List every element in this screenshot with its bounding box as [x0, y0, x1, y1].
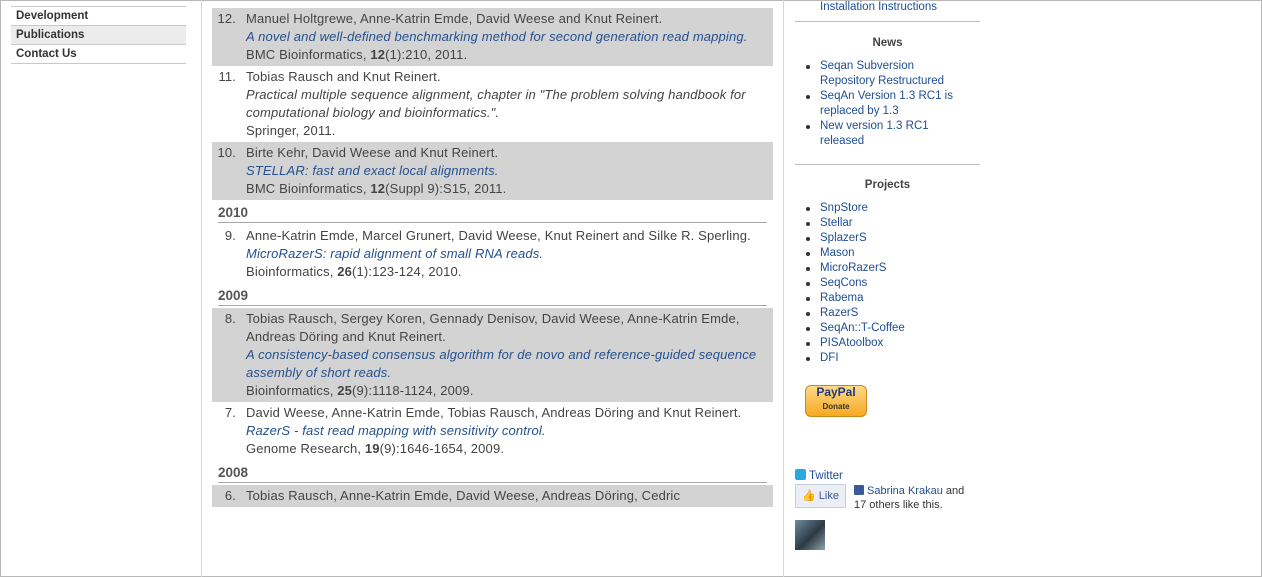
column-divider-left [201, 0, 202, 577]
publication-entry: 6. Tobias Rausch, Anne-Katrin Emde, Davi… [212, 485, 773, 507]
entry-authors: Tobias Rausch, Sergey Koren, Gennady Den… [246, 311, 740, 344]
facebook-user-link[interactable]: Sabrina Krakau [867, 485, 943, 497]
project-link-pisatoolbox[interactable]: PISAtoolbox [806, 336, 905, 351]
news-item-link[interactable]: New version 1.3 RC1 released [806, 119, 970, 149]
entry-venue: Springer, 2011. [246, 123, 336, 138]
thumb-up-icon: 👍 [802, 490, 816, 502]
entry-venue: BMC Bioinformatics, 12(1):210, 2011. [246, 47, 468, 62]
news-item-link[interactable]: SeqAn Version 1.3 RC1 is replaced by 1.3 [806, 89, 970, 119]
entry-venue: Bioinformatics, 26(1):123-124, 2010. [246, 264, 462, 279]
facebook-like-button[interactable]: 👍 Like [795, 484, 846, 508]
entry-title-link[interactable]: A novel and well-defined benchmarking me… [246, 28, 763, 46]
left-nav: Development Publications Contact Us [11, 6, 186, 64]
entry-authors: David Weese, Anne-Katrin Emde, Tobias Ra… [246, 405, 742, 420]
entry-number: 7. [224, 405, 236, 420]
column-divider-right [783, 0, 784, 577]
entry-title: Practical multiple sequence alignment, c… [246, 87, 746, 120]
publication-list: 12. Manuel Holtgrewe, Anne-Katrin Emde, … [212, 8, 773, 507]
entry-authors: Birte Kehr, David Weese and Knut Reinert… [246, 145, 499, 160]
entry-venue: Bioinformatics, 25(9):1118-1124, 2009. [246, 383, 474, 398]
publication-entry: 8. Tobias Rausch, Sergey Koren, Gennady … [212, 308, 773, 402]
nav-item-contact-us[interactable]: Contact Us [11, 44, 186, 64]
entry-number: 9. [224, 228, 236, 243]
publication-entry: 10. Birte Kehr, David Weese and Knut Rei… [212, 142, 773, 200]
publication-entry: 7. David Weese, Anne-Katrin Emde, Tobias… [212, 402, 773, 460]
installation-instructions-link[interactable]: Installation Instructions [820, 1, 937, 13]
facebook-like-summary: Sabrina Krakau and 17 others like this. [854, 485, 965, 511]
project-link-microrazers[interactable]: MicroRazerS [806, 261, 905, 276]
publication-entry: 9. Anne-Katrin Emde, Marcel Grunert, Dav… [212, 225, 773, 283]
project-link-mason[interactable]: Mason [806, 246, 905, 261]
news-list: Seqan Subversion Repository Restructured… [795, 59, 970, 149]
entry-title-link[interactable]: STELLAR: fast and exact local alignments… [246, 162, 763, 180]
project-link-seqan-tcoffee[interactable]: SeqAn::T-Coffee [806, 321, 905, 336]
entry-authors: Manuel Holtgrewe, Anne-Katrin Emde, Davi… [246, 11, 663, 26]
twitter-icon [795, 469, 806, 480]
twitter-link[interactable]: Twitter [795, 469, 843, 482]
project-link-rabema[interactable]: Rabema [806, 291, 905, 306]
entry-number: 10. [217, 145, 236, 160]
year-heading: 2008 [218, 464, 767, 483]
news-item-link[interactable]: Seqan Subversion Repository Restructured [806, 59, 970, 89]
entry-number: 8. [224, 311, 236, 326]
entry-number: 6. [224, 488, 236, 503]
entry-number: 11. [218, 69, 236, 84]
project-link-razers[interactable]: RazerS [806, 306, 905, 321]
nav-item-publications[interactable]: Publications [11, 25, 186, 44]
entry-title-link[interactable]: MicroRazerS: rapid alignment of small RN… [246, 245, 763, 263]
project-link-stellar[interactable]: Stellar [806, 216, 905, 231]
news-heading: News [872, 37, 903, 49]
projects-heading: Projects [864, 179, 911, 191]
publication-entry: 11. Tobias Rausch and Knut Reinert. Prac… [212, 66, 773, 142]
entry-title-link[interactable]: A consistency-based consensus algorithm … [246, 346, 763, 382]
project-link-seqcons[interactable]: SeqCons [806, 276, 905, 291]
entry-title-link[interactable]: RazerS - fast read mapping with sensitiv… [246, 422, 763, 440]
entry-number: 12. [217, 11, 236, 26]
entry-authors: Anne-Katrin Emde, Marcel Grunert, David … [246, 228, 751, 243]
project-link-snpstore[interactable]: SnpStore [806, 201, 905, 216]
paypal-donate-button[interactable]: PayPal Donate [805, 385, 867, 417]
facebook-icon [854, 485, 864, 495]
nav-item-development[interactable]: Development [11, 6, 186, 25]
entry-authors: Tobias Rausch, Anne-Katrin Emde, David W… [246, 488, 681, 503]
divider [795, 164, 980, 165]
entry-venue: Genome Research, 19(9):1646-1654, 2009. [246, 441, 505, 456]
project-link-dfi[interactable]: DFI [806, 351, 905, 366]
avatar[interactable] [795, 520, 825, 550]
projects-list: SnpStore Stellar SplazerS Mason MicroRaz… [795, 201, 905, 366]
project-link-splazers[interactable]: SplazerS [806, 231, 905, 246]
publication-entry: 12. Manuel Holtgrewe, Anne-Katrin Emde, … [212, 8, 773, 66]
entry-venue: BMC Bioinformatics, 12(Suppl 9):S15, 201… [246, 181, 507, 196]
year-heading: 2010 [218, 204, 767, 223]
entry-authors: Tobias Rausch and Knut Reinert. [246, 69, 441, 84]
divider [795, 21, 980, 22]
year-heading: 2009 [218, 287, 767, 306]
